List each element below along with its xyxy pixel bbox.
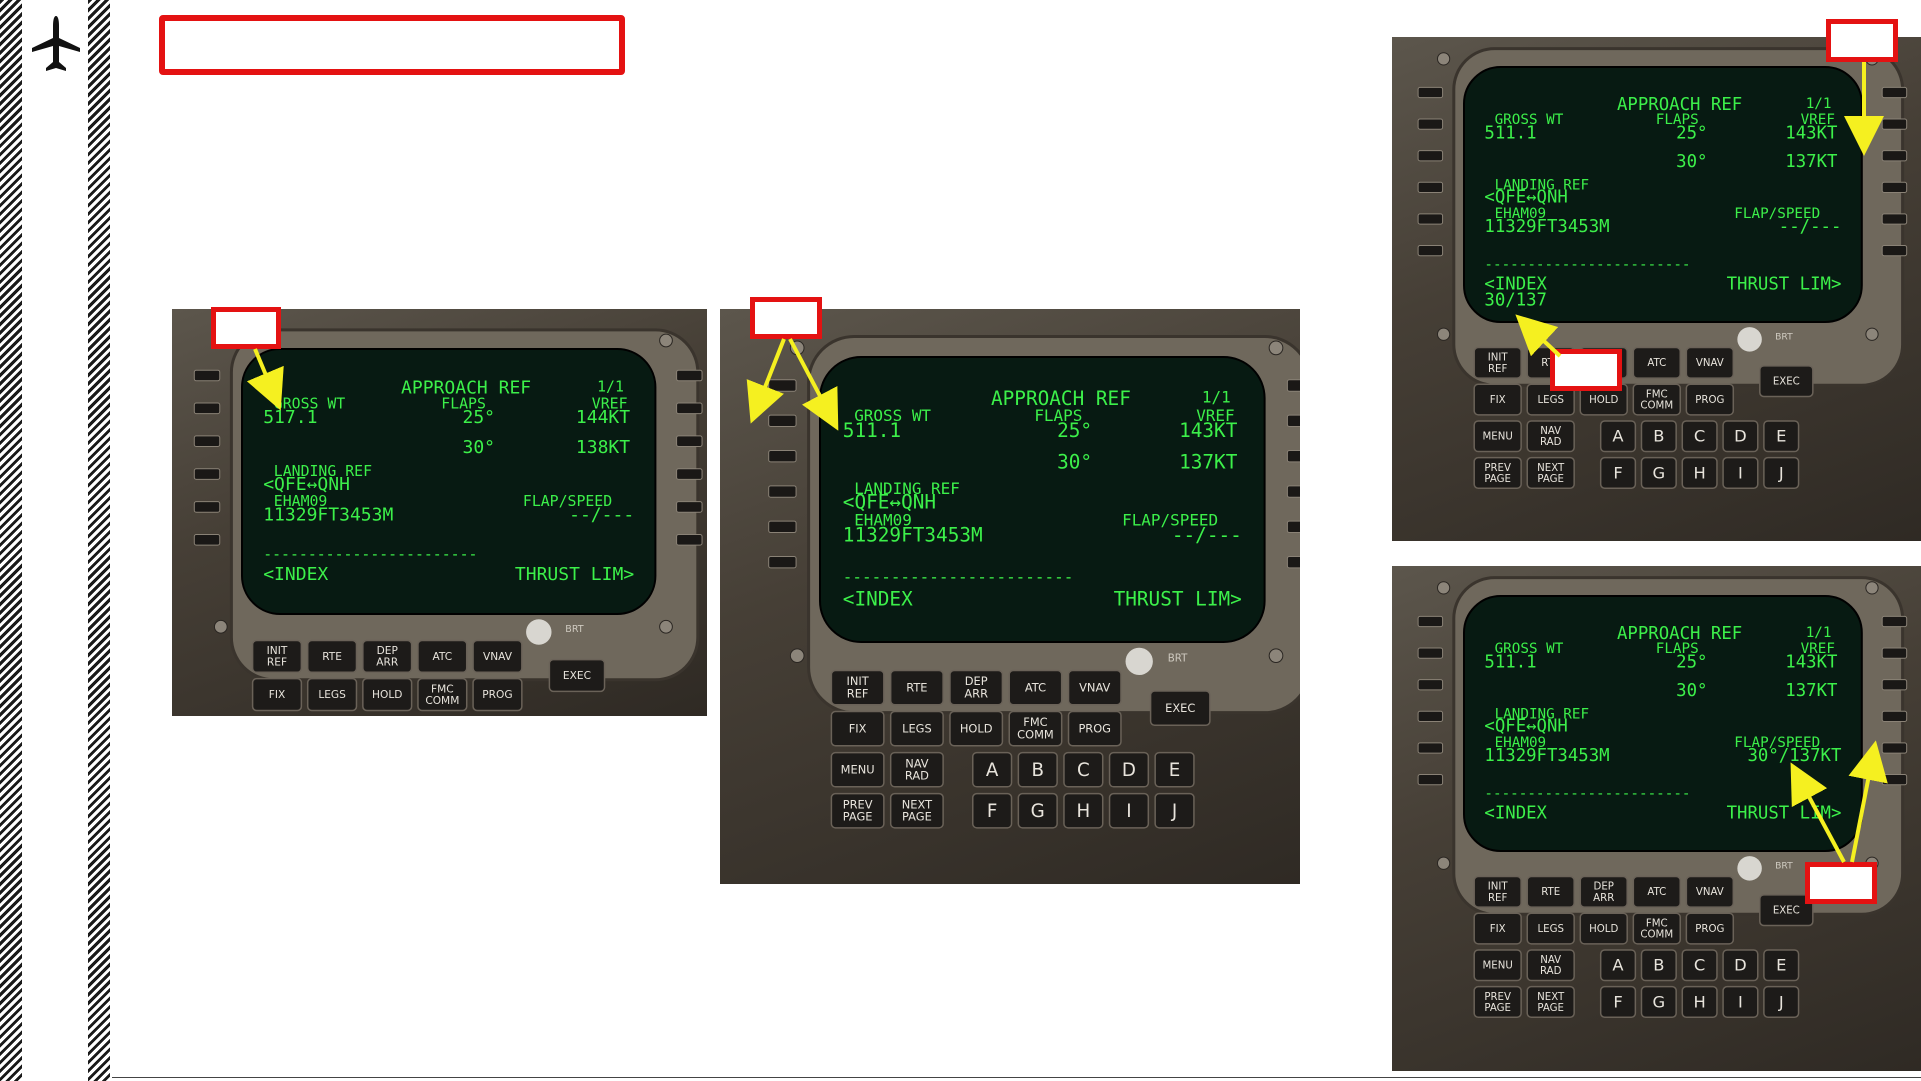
callout-arrows bbox=[246, 62, 1888, 863]
arrow-gross-wt-1 bbox=[246, 348, 284, 411]
arrow-flap-speed bbox=[1790, 762, 1846, 863]
arrow-scratchpad bbox=[1515, 314, 1562, 358]
arrow-lsk-1l bbox=[746, 338, 786, 424]
bottom-rule bbox=[112, 1077, 1921, 1078]
arrow-lsk-4r bbox=[1848, 740, 1888, 863]
arrow-gross-wt-2 bbox=[788, 338, 839, 431]
